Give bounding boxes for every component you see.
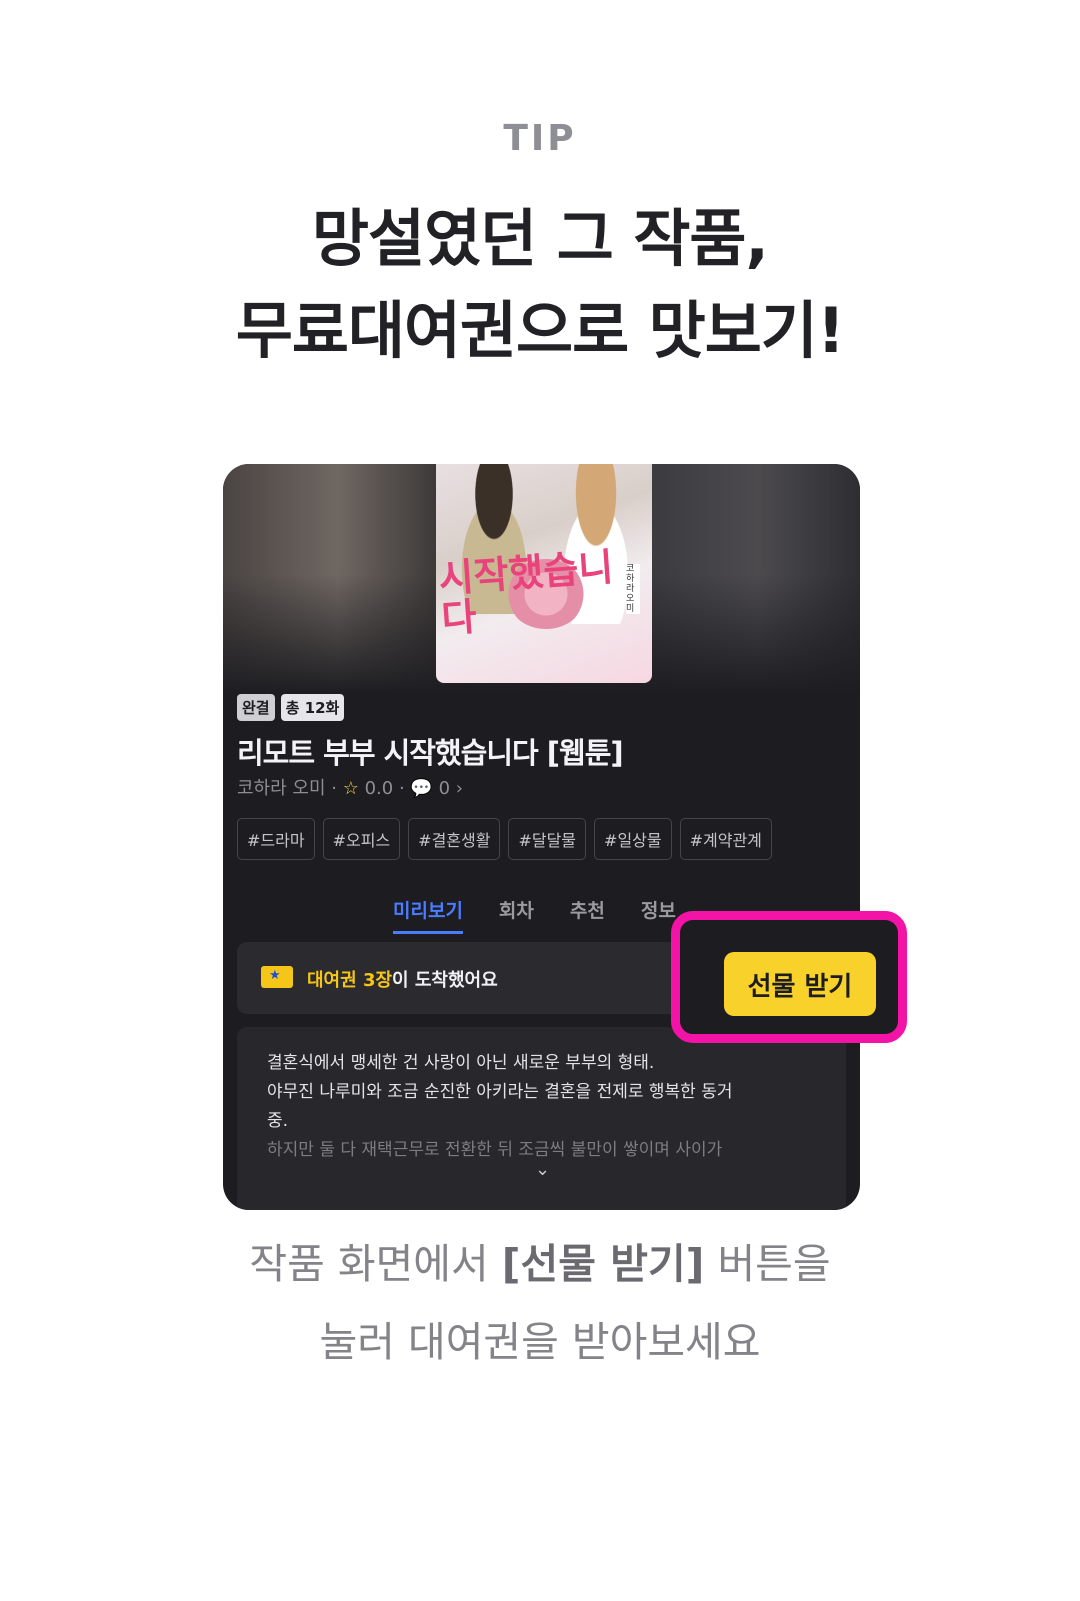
work-meta[interactable]: 코하라 오미 · ☆ 0.0 · 💬 0 › bbox=[237, 774, 463, 800]
badge-complete: 완결 bbox=[237, 694, 275, 721]
tab-recommend[interactable]: 추천 bbox=[570, 896, 605, 934]
caption: 작품 화면에서 [선물 받기] 버튼을 눌러 대여권을 받아보세요 bbox=[0, 1225, 1080, 1381]
tag-item[interactable]: #계약관계 bbox=[679, 818, 772, 860]
synopsis-box[interactable]: 결혼식에서 맹세한 건 사랑이 아닌 새로운 부부의 형태. 야무진 나루미와 … bbox=[237, 1027, 846, 1210]
app-screenshot-card: 시작했습니다 코하라 오미 완결 총 12화 리모트 부부 시작했습니다 [웹툰… bbox=[223, 464, 860, 1210]
meta-separator: · bbox=[331, 778, 343, 799]
author-name: 코하라 오미 bbox=[237, 778, 326, 799]
rating-value: 0.0 bbox=[364, 778, 394, 799]
meta-separator: · bbox=[398, 778, 411, 799]
comment-count: 0 bbox=[438, 778, 451, 799]
work-title: 리모트 부부 시작했습니다 [웹툰] bbox=[237, 736, 624, 770]
notice-highlight: 대여권 3장 bbox=[307, 970, 393, 991]
tag-item[interactable]: #일상물 bbox=[594, 818, 672, 860]
synopsis-line: 결혼식에서 맹세한 건 사랑이 아닌 새로운 부부의 형태. bbox=[267, 1053, 655, 1073]
tab-bar: 미리보기 회차 추천 정보 bbox=[393, 896, 676, 934]
synopsis-line: 중. bbox=[267, 1111, 289, 1131]
chevron-right-icon: › bbox=[455, 778, 463, 799]
caption-button-name: [선물 받기] bbox=[501, 1240, 705, 1288]
headline-line-1: 망설였던 그 작품, bbox=[311, 202, 769, 275]
ticket-icon: ★ bbox=[261, 966, 293, 988]
star-icon: ☆ bbox=[342, 778, 359, 799]
chevron-down-icon[interactable]: ⌄ bbox=[535, 1159, 550, 1180]
cover-title-art: 시작했습니다 bbox=[437, 544, 615, 641]
caption-line-2: 눌러 대여권을 받아보세요 bbox=[319, 1318, 761, 1366]
gift-button-highlight: 선물 받기 bbox=[671, 911, 907, 1043]
tag-item[interactable]: #달달물 bbox=[508, 818, 587, 860]
tag-item[interactable]: #오피스 bbox=[322, 818, 401, 860]
caption-line-1: 작품 화면에서 [선물 받기] 버튼을 bbox=[249, 1240, 831, 1288]
tab-episodes[interactable]: 회차 bbox=[499, 896, 534, 934]
tip-label: TIP bbox=[503, 118, 577, 159]
comment-icon: 💬 bbox=[410, 778, 433, 799]
tab-preview[interactable]: 미리보기 bbox=[393, 896, 463, 934]
tag-item[interactable]: #드라마 bbox=[237, 818, 315, 860]
tag-item[interactable]: #결혼생활 bbox=[408, 818, 501, 860]
headline: 망설였던 그 작품, 무료대여권으로 맛보기! bbox=[0, 193, 1080, 377]
synopsis-line: 야무진 나루미와 조금 순진한 아키라는 결혼을 전제로 행복한 동거 bbox=[267, 1082, 733, 1102]
notice-text: 대여권 3장이 도착했어요 bbox=[307, 966, 498, 992]
synopsis-text: 결혼식에서 맹세한 건 사랑이 아닌 새로운 부부의 형태. 야무진 나루미와 … bbox=[267, 1049, 807, 1165]
headline-line-2: 무료대여권으로 맛보기! bbox=[235, 294, 845, 367]
badge-total-episodes: 총 12화 bbox=[280, 694, 345, 721]
notice-rest: 이 도착했어요 bbox=[392, 970, 498, 991]
tag-list: #드라마 #오피스 #결혼생활 #달달물 #일상물 #계약관계 bbox=[237, 818, 772, 860]
gift-receive-button[interactable]: 선물 받기 bbox=[724, 952, 876, 1016]
cover-image: 시작했습니다 코하라 오미 bbox=[436, 464, 652, 683]
cover-author-art: 코하라 오미 bbox=[626, 564, 640, 614]
status-badges: 완결 총 12화 bbox=[237, 694, 345, 721]
